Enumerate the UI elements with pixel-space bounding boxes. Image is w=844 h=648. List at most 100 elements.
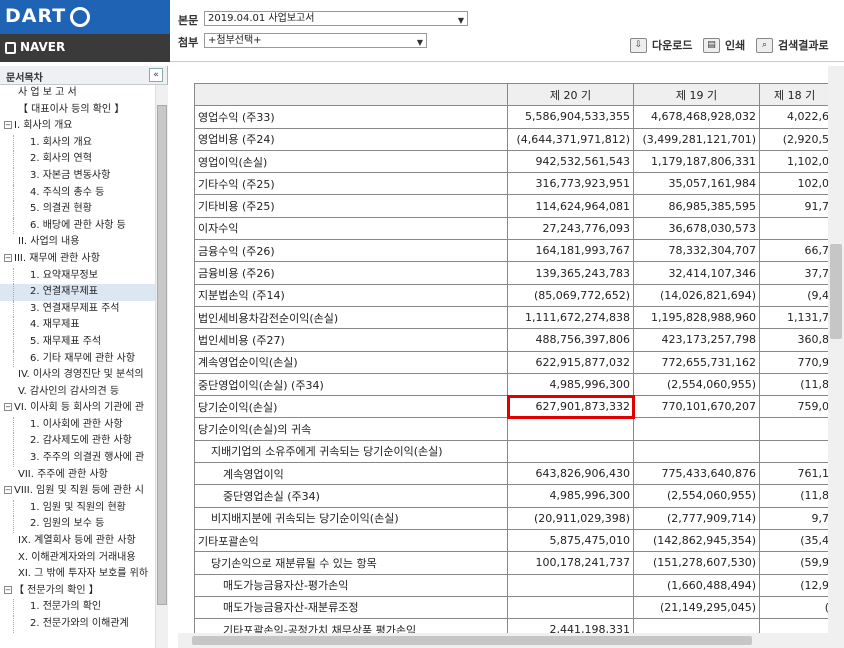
value-cell: 32,414,107,346 bbox=[633, 261, 760, 285]
row-label: 중단영업이익(손실) (주34) bbox=[194, 372, 508, 397]
table-row: 이자수익 27,243,776,093 36,678,030,573 bbox=[194, 216, 840, 241]
column-header: 제 20 기 bbox=[507, 82, 634, 107]
row-label: 금융수익 (주26) bbox=[194, 239, 508, 263]
content-horizontal-scrollbar[interactable] bbox=[178, 633, 828, 648]
toc-item[interactable]: 1. 회사의 개요 bbox=[0, 134, 155, 152]
collapse-toggle-icon[interactable]: − bbox=[4, 403, 12, 412]
content-vertical-scrollbar[interactable] bbox=[828, 66, 844, 648]
top-bar: DART NAVER 본문 2019.04.01 사업보고서 ▼ 첨부 +첨부선… bbox=[0, 0, 844, 62]
collapse-toggle-icon[interactable]: − bbox=[4, 585, 12, 594]
toc-item-label: I. 회사의 개요 bbox=[14, 120, 73, 132]
toc-item[interactable]: 3. 연결재무제표 주석 bbox=[0, 300, 155, 318]
toc-item[interactable]: IX. 계열회사 등에 관한 사항 bbox=[0, 533, 155, 550]
toc-item-label: 6. 배당에 관한 사항 등 bbox=[30, 219, 126, 231]
row-label: 당기손익으로 재분류될 수 있는 항목 bbox=[194, 551, 508, 575]
toc-item[interactable]: II. 사업의 내용 bbox=[0, 234, 155, 251]
table-body: 영업수익 (주33) 5,586,904,533,355 4,678,468,928… bbox=[194, 105, 840, 648]
naver-label: NAVER bbox=[20, 40, 66, 54]
printer-icon: ▤ bbox=[703, 37, 720, 53]
search-results-button[interactable]: ⌕ 검색결과로 bbox=[756, 36, 829, 54]
toc-item[interactable]: 2. 연결재무제표 bbox=[0, 284, 155, 301]
toc-item[interactable]: 6. 기타 재무에 관한 사항 bbox=[0, 350, 155, 368]
sidebar-scrollbar[interactable] bbox=[155, 85, 168, 648]
print-label: 인쇄 bbox=[725, 39, 746, 52]
content-horizontal-scrollbar-thumb[interactable] bbox=[192, 636, 752, 645]
toc-item[interactable]: 4. 주식의 총수 등 bbox=[0, 184, 155, 202]
toc-item[interactable]: 1. 전문가의 확인 bbox=[0, 599, 155, 616]
toc-item[interactable]: XI. 그 밖에 투자자 보호를 위하 bbox=[0, 566, 155, 583]
row-label: 기타포괄손익 bbox=[194, 528, 508, 553]
attach-select[interactable]: +첨부선택+ ▼ bbox=[204, 33, 427, 48]
print-button[interactable]: ▤ 인쇄 bbox=[703, 36, 745, 54]
toc-item[interactable]: 5. 의결권 현황 bbox=[0, 201, 155, 218]
toc-item[interactable]: VII. 주주에 관한 사항 bbox=[0, 467, 155, 484]
toc-item[interactable]: − VIII. 임원 및 직원 등에 관한 시 bbox=[0, 483, 155, 500]
value-cell: (85,069,772,652) bbox=[507, 283, 634, 307]
row-label: 당기순이익(손실) bbox=[194, 395, 508, 419]
toc-item[interactable]: − VI. 이사회 등 회사의 기관에 관 bbox=[0, 400, 155, 417]
toc-item[interactable]: 사 업 보 고 서 bbox=[0, 85, 155, 102]
toc-item[interactable]: 3. 자본금 변동사항 bbox=[0, 167, 155, 185]
toc-item[interactable]: 5. 재무제표 주석 bbox=[0, 333, 155, 351]
collapse-toggle-icon[interactable]: − bbox=[4, 121, 12, 130]
search-icon: ⌕ bbox=[756, 37, 773, 53]
table-row: 영업비용 (주24) (4,644,371,971,812) (3,499,281,… bbox=[194, 127, 840, 151]
toc-sidebar: 문서목차 « 사 업 보 고 서 【 대표이사 등의 확인 】 − I. 회사의 개요… bbox=[0, 66, 168, 648]
value-cell: 5,875,475,010 bbox=[507, 528, 634, 553]
highlighted-value-cell: 627,901,873,332 bbox=[506, 394, 635, 419]
row-label: 당기순이익(손실)의 귀속 bbox=[194, 417, 508, 441]
value-cell: 4,985,996,300 bbox=[507, 484, 634, 508]
toc-item-label: 3. 자본금 변동사항 bbox=[30, 169, 111, 181]
main-doc-label: 본문 bbox=[178, 14, 199, 27]
value-cell: 1,179,187,806,331 bbox=[633, 149, 760, 174]
toc-item[interactable]: 2. 전문가와의 이해관계 bbox=[0, 616, 155, 633]
collapse-toggle-icon[interactable]: − bbox=[4, 253, 12, 262]
toc-item[interactable]: 【 대표이사 등의 확인 】 bbox=[0, 102, 155, 119]
dart-logo[interactable]: DART bbox=[0, 0, 170, 34]
toc-item[interactable]: 2. 임원의 보수 등 bbox=[0, 516, 155, 533]
value-cell: 86,985,385,595 bbox=[633, 194, 760, 218]
column-header: 제 19 기 bbox=[633, 82, 760, 107]
value-cell: (2,777,909,714) bbox=[633, 506, 760, 530]
download-button[interactable]: ⇩ 다운로드 bbox=[630, 36, 692, 54]
naver-icon bbox=[5, 42, 16, 54]
toc-item[interactable]: 4. 재무제표 bbox=[0, 317, 155, 334]
toc-item-label: X. 이해관계자와의 거래내용 bbox=[18, 551, 136, 563]
toc-item[interactable]: 3. 주주의 의결권 행사에 관 bbox=[0, 450, 155, 467]
toc-item[interactable]: 6. 배당에 관한 사항 등 bbox=[0, 217, 155, 235]
sidebar-scrollbar-thumb[interactable] bbox=[157, 105, 167, 605]
toc-item-label: 6. 기타 재무에 관한 사항 bbox=[30, 352, 136, 364]
toc-item[interactable]: − III. 재무에 관한 사항 bbox=[0, 251, 155, 268]
row-label: 법인세비용 (주27) bbox=[194, 328, 508, 352]
toc-item-label: V. 감사인의 감사의견 등 bbox=[18, 385, 120, 397]
toc-item[interactable]: 1. 임원 및 직원의 현황 bbox=[0, 499, 155, 517]
value-cell: 164,181,993,767 bbox=[507, 239, 634, 263]
content-vertical-scrollbar-thumb[interactable] bbox=[830, 244, 842, 339]
dart-logo-text: DART bbox=[5, 5, 67, 27]
toc-item[interactable]: 2. 회사의 연혁 bbox=[0, 151, 155, 168]
toc-item[interactable]: X. 이해관계자와의 거래내용 bbox=[0, 550, 155, 567]
collapse-toggle-icon[interactable]: − bbox=[4, 486, 12, 495]
toc-item[interactable]: 2. 감사제도에 관한 사항 bbox=[0, 433, 155, 450]
toc-item[interactable]: V. 감사인의 감사의견 등 bbox=[0, 384, 155, 401]
value-cell: 100,178,241,737 bbox=[507, 551, 634, 575]
chevron-down-icon: ▼ bbox=[457, 16, 464, 25]
naver-link[interactable]: NAVER bbox=[0, 34, 170, 62]
value-cell: (3,499,281,121,701) bbox=[633, 127, 760, 151]
toc-item[interactable]: 1. 요약재무정보 bbox=[0, 267, 155, 285]
toc-item[interactable]: − 【 전문가의 확인 】 bbox=[0, 583, 155, 600]
toc-item[interactable]: − I. 회사의 개요 bbox=[0, 118, 155, 135]
toc-tree: 사 업 보 고 서 【 대표이사 등의 확인 】 − I. 회사의 개요 1. 회사의 … bbox=[0, 85, 155, 648]
toc-item-label: 2. 회사의 연혁 bbox=[30, 153, 92, 165]
main-doc-select[interactable]: 2019.04.01 사업보고서 ▼ bbox=[204, 11, 468, 26]
collapse-sidebar-icon[interactable]: « bbox=[149, 68, 163, 82]
row-label: 기타비용 (주25) bbox=[194, 194, 508, 218]
value-cell: 139,365,243,783 bbox=[507, 261, 634, 285]
table-row: 매도가능금융자산-평가손익 (1,660,488,494) (12,90 bbox=[194, 573, 840, 597]
row-label: 법인세비용차감전순이익(손실) bbox=[194, 305, 508, 330]
toc-item[interactable]: IV. 이사의 경영진단 및 분석의 bbox=[0, 367, 155, 384]
row-label: 이자수익 bbox=[194, 216, 508, 241]
toc-item-label: 3. 연결재무제표 주석 bbox=[30, 302, 120, 314]
toc-item[interactable]: 1. 이사회에 관한 사항 bbox=[0, 416, 155, 434]
dart-logo-mark-icon bbox=[70, 7, 90, 27]
